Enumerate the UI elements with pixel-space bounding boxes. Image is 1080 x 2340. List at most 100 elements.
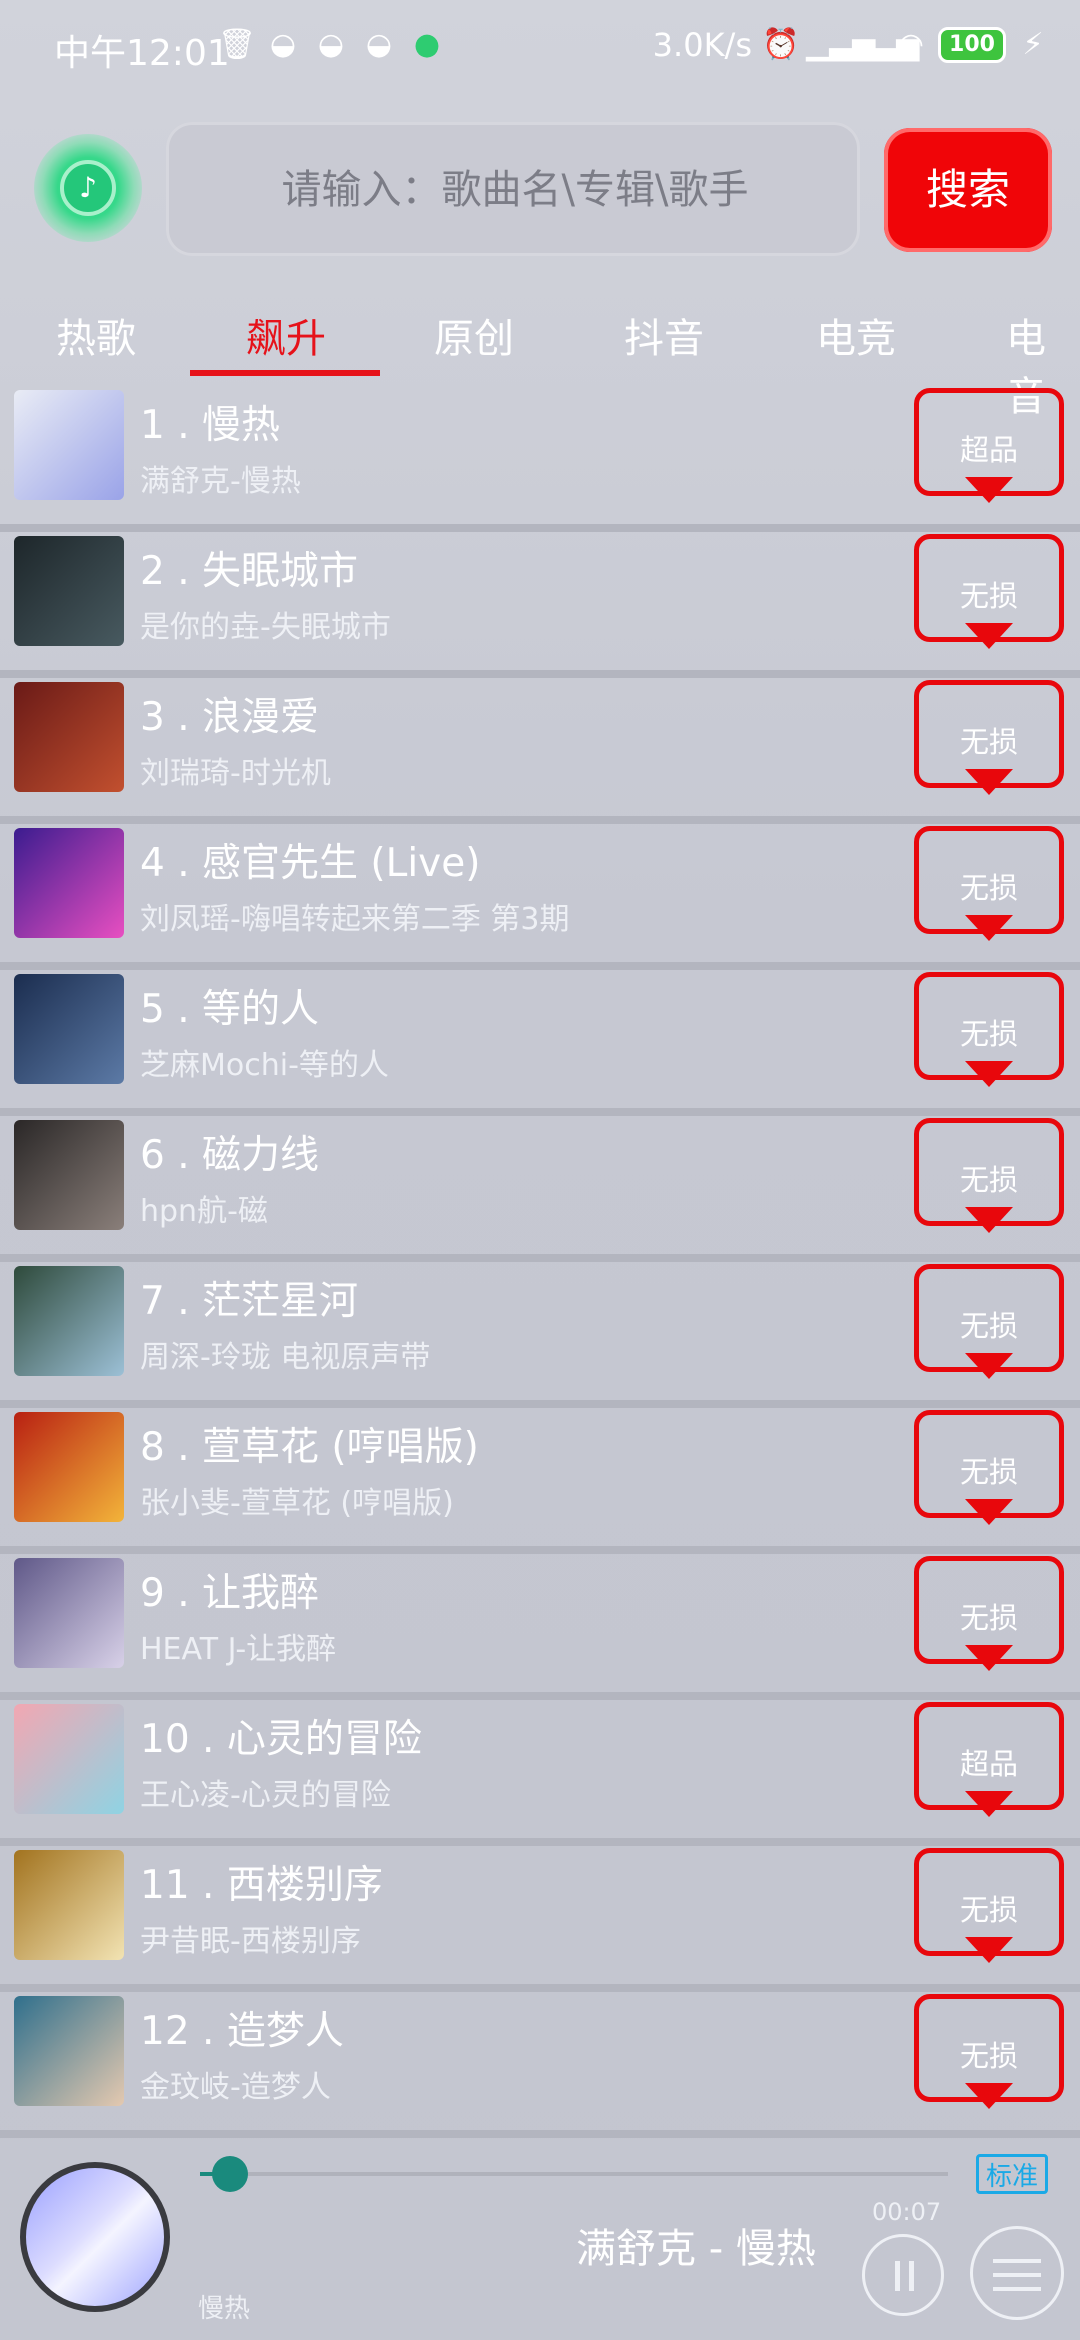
song-title: 4 . 感官先生 (Live) [140,841,481,886]
album-cover [14,828,124,938]
song-row[interactable]: 4 . 感官先生 (Live) 刘凤瑶-嗨唱转起来第二季 第3期 无损 [0,824,1080,970]
album-cover [14,1558,124,1668]
song-artist-album: 王心凌-心灵的冒险 [140,1778,391,1813]
quality-download-button[interactable]: 无损 [914,1994,1064,2109]
quality-label: 超品 [959,1747,1018,1781]
quality-download-button[interactable]: 无损 [914,1118,1064,1233]
app-logo[interactable]: ♪ [34,134,142,242]
song-artist-album: 尹昔眠-西楼别序 [140,1924,361,1959]
song-artist-album: 是你的垚-失眠城市 [140,610,391,645]
progress-knob[interactable] [212,2156,248,2192]
notification-icons: 🗑 ◒ ◒ ◒ ● [218,28,444,62]
quality-download-button[interactable]: 无损 [914,1848,1064,1963]
quality-download-button[interactable]: 超品 [914,388,1064,503]
song-row[interactable]: 2 . 失眠城市 是你的垚-失眠城市 无损 [0,532,1080,678]
search-button[interactable]: 搜索 [884,128,1052,252]
song-list: 1 . 慢热 满舒克-慢热 超品 2 . 失眠城市 是你的垚-失眠城市 无损 3 . 浪漫爱… [0,386,1080,2138]
tab-original[interactable]: 原创 [434,306,514,364]
song-artist-album: 刘瑞琦-时光机 [140,756,331,791]
quality-label: 无损 [959,579,1018,613]
quality-label: 无损 [959,871,1018,905]
album-cover [14,536,124,646]
playlist-button[interactable] [970,2226,1064,2320]
down-arrow-icon [965,769,1013,795]
down-arrow-icon [965,1645,1013,1671]
search-input[interactable] [166,122,864,258]
charging-icon: ⚡ [1022,27,1044,62]
song-row[interactable]: 9 . 让我醉 HEAT J-让我醉 无损 [0,1554,1080,1700]
album-cover [14,1120,124,1230]
song-artist-album: 张小斐-萱草花 (哼唱版) [140,1486,454,1521]
song-row[interactable]: 1 . 慢热 满舒克-慢热 超品 [0,386,1080,532]
wifi-icon: ◠ [897,27,925,62]
album-cover [14,1850,124,1960]
tab-esports[interactable]: 电竞 [816,306,896,364]
android-icon: ◒ [269,27,297,62]
quality-label: 无损 [959,1309,1018,1343]
quality-download-button[interactable]: 无损 [914,680,1064,795]
song-title: 10 . 心灵的冒险 [140,1717,422,1762]
player-bar: 标准 00:07 满舒克 - 慢热 慢热 [0,2140,1080,2340]
song-row[interactable]: 12 . 造梦人金玟岐-造梦人 无损 [0,1992,1080,2138]
song-artist-album: 周深-玲珑 电视原声带 [140,1340,431,1375]
android-icon: ◒ [365,27,393,62]
status-bar: 中午12:01 🗑 ◒ ◒ ◒ ● 3.0K/s ⏰ ▁▃▅ ▁▃▅ ◠ 100… [0,0,1080,96]
song-row[interactable]: 6 . 磁力线 hpn航-磁 无损 [0,1116,1080,1262]
down-arrow-icon [965,1937,1013,1963]
trash-icon: 🗑 [218,27,257,62]
tab-douyin[interactable]: 抖音 [624,306,704,364]
quality-label: 无损 [959,1455,1018,1489]
down-arrow-icon [965,2083,1013,2109]
signal-hd-icon: ▁▃▅ [806,27,876,62]
down-arrow-icon [965,1207,1013,1233]
song-row[interactable]: 3 . 浪漫爱 刘瑞琦-时光机 无损 [0,678,1080,824]
song-artist-album: 金玟岐-造梦人 [140,2070,331,2105]
quality-download-button[interactable]: 无损 [914,1556,1064,1671]
song-title: 8 . 萱草花 (哼唱版) [140,1425,479,1470]
album-cover [14,1996,124,2106]
app-dot-icon: ● [413,27,441,62]
down-arrow-icon [965,1353,1013,1379]
down-arrow-icon [965,623,1013,649]
quality-download-button[interactable]: 无损 [914,972,1064,1087]
lyric-text: 慢热 [198,2294,251,2324]
quality-label: 无损 [959,1601,1018,1635]
quality-label: 无损 [959,1893,1018,1927]
quality-download-button[interactable]: 无损 [914,826,1064,941]
song-row[interactable]: 11 . 西楼别序尹昔眠-西楼别序 无损 [0,1846,1080,1992]
song-artist-album: hpn航-磁 [140,1194,268,1229]
album-disc[interactable] [20,2162,170,2312]
quality-download-button[interactable]: 无损 [914,534,1064,649]
quality-label: 无损 [959,2039,1018,2073]
album-cover [14,1704,124,1814]
down-arrow-icon [965,477,1013,503]
down-arrow-icon [965,915,1013,941]
album-cover [14,682,124,792]
song-row[interactable]: 7 . 茫茫星河 周深-玲珑 电视原声带 无损 [0,1262,1080,1408]
status-time: 中午12:01 [54,33,230,74]
album-cover [14,390,124,500]
album-cover [14,1266,124,1376]
status-right: 3.0K/s ⏰ ▁▃▅ ▁▃▅ ◠ 100 ⚡ [653,26,1050,64]
now-playing-title: 满舒克 - 慢热 [576,2226,816,2272]
album-cover [14,1412,124,1522]
tab-rising[interactable]: 飙升 [246,306,326,364]
song-row[interactable]: 10 . 心灵的冒险王心凌-心灵的冒险 超品 [0,1700,1080,1846]
song-row[interactable]: 8 . 萱草花 (哼唱版) 张小斐-萱草花 (哼唱版) 无损 [0,1408,1080,1554]
quality-download-button[interactable]: 无损 [914,1410,1064,1525]
active-tab-indicator [190,370,380,376]
search-box[interactable] [166,122,864,258]
quality-download-button[interactable]: 无损 [914,1264,1064,1379]
song-artist-album: 刘凤瑶-嗨唱转起来第二季 第3期 [140,902,570,937]
quality-label[interactable]: 标准 [976,2154,1048,2194]
tab-hot[interactable]: 热歌 [56,306,136,364]
song-artist-album: 芝麻Mochi-等的人 [140,1048,389,1083]
quality-download-button[interactable]: 超品 [914,1702,1064,1817]
song-title: 12 . 造梦人 [140,2009,344,2054]
song-row[interactable]: 5 . 等的人 芝麻Mochi-等的人 无损 [0,970,1080,1116]
progress-track[interactable] [200,2172,948,2176]
pause-button[interactable] [862,2234,944,2316]
song-title: 11 . 西楼别序 [140,1863,383,1908]
song-title: 6 . 磁力线 [140,1133,320,1178]
quality-label: 无损 [959,1163,1018,1197]
